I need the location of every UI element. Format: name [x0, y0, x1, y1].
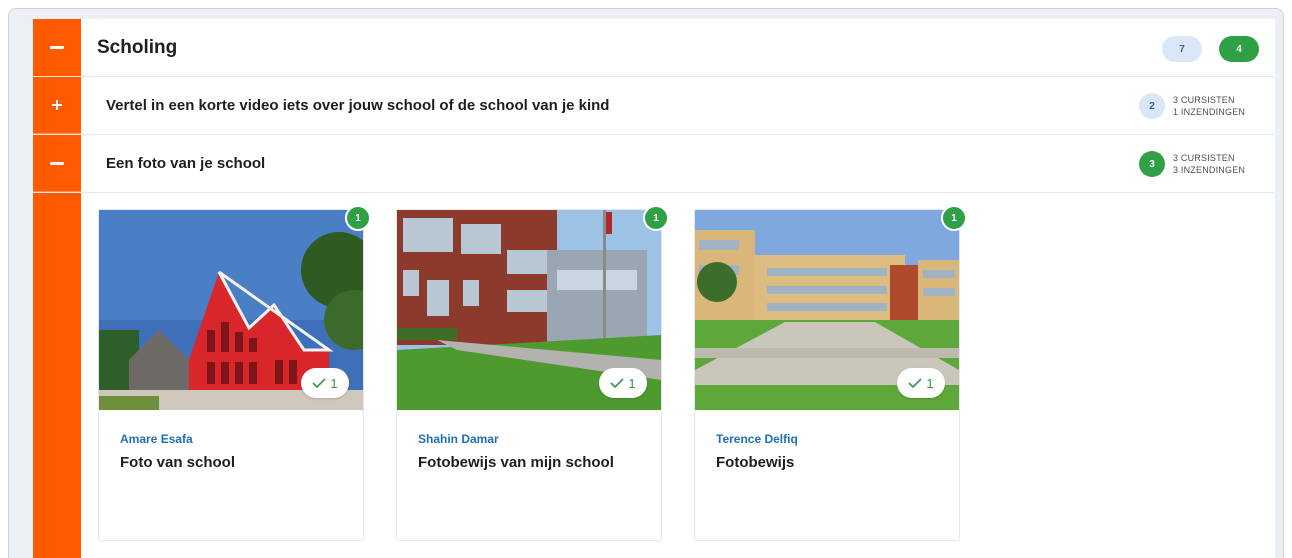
approve-button[interactable]: 1: [301, 368, 349, 398]
collapse-assignment-button[interactable]: [33, 135, 81, 192]
assignment-row-photo[interactable]: Een foto van je school 3 3 CURSISTEN 3 I…: [33, 135, 1275, 193]
minus-icon: [50, 161, 64, 165]
plus-icon: [52, 100, 62, 110]
submissions-count: 3 INZENDINGEN: [1173, 165, 1246, 175]
section-header: Scholing 7 4: [33, 19, 1275, 77]
submission-badge: 1: [643, 205, 669, 231]
assignment-label: Vertel in een korte video iets over jouw…: [106, 97, 610, 114]
assignment-meta: 3 CURSISTEN 1 INZENDINGEN: [1173, 94, 1245, 118]
completed-badge: 4: [1219, 36, 1259, 62]
expand-assignment-button[interactable]: [33, 77, 81, 134]
submission-card[interactable]: 1 1 Shahin Damar Fotobewijs van mijn sch…: [396, 205, 669, 541]
collapse-section-button[interactable]: [33, 19, 81, 76]
approve-count: 1: [628, 375, 636, 391]
course-panel: Scholing 7 4 Vertel in een korte video i…: [33, 19, 1275, 558]
check-icon: [610, 378, 624, 388]
approve-button[interactable]: 1: [599, 368, 647, 398]
submission-count-badge: 2: [1139, 93, 1165, 119]
author-link[interactable]: Shahin Damar: [418, 432, 499, 446]
total-badge: 7: [1162, 36, 1202, 62]
approve-count: 1: [926, 375, 934, 391]
students-count: 3 CURSISTEN: [1173, 153, 1235, 163]
assignment-label: Een foto van je school: [106, 155, 266, 172]
submission-card[interactable]: 1 1 Terence Delfiq Fotobewijs: [694, 205, 967, 541]
app-frame: Scholing 7 4 Vertel in een korte video i…: [8, 8, 1284, 558]
check-icon: [312, 378, 326, 388]
submission-card[interactable]: 1 1 Amare Esafa Foto van school: [98, 205, 371, 541]
section-title: Scholing: [97, 37, 178, 58]
approve-count: 1: [330, 375, 338, 391]
students-count: 3 CURSISTEN: [1173, 95, 1235, 105]
submission-count-badge: 3: [1139, 151, 1165, 177]
minus-icon: [50, 46, 64, 49]
approve-button[interactable]: 1: [897, 368, 945, 398]
assignment-row-video[interactable]: Vertel in een korte video iets over jouw…: [33, 77, 1275, 135]
author-link[interactable]: Amare Esafa: [120, 432, 193, 446]
submission-badge: 1: [345, 205, 371, 231]
submission-title: Fotobewijs: [716, 454, 795, 471]
submission-title: Fotobewijs van mijn school: [418, 454, 614, 471]
submission-title: Foto van school: [120, 454, 236, 471]
check-icon: [908, 378, 922, 388]
assignment-meta: 3 CURSISTEN 3 INZENDINGEN: [1173, 152, 1245, 176]
author-link[interactable]: Terence Delfiq: [716, 432, 798, 446]
submissions-count: 1 INZENDINGEN: [1173, 107, 1246, 117]
submission-badge: 1: [941, 205, 967, 231]
